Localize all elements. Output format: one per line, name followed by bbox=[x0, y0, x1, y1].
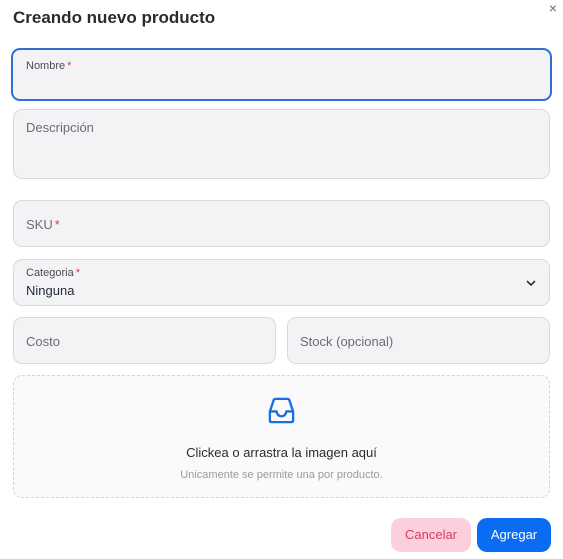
category-label-text: Categoria bbox=[26, 267, 74, 279]
image-upload-dropzone[interactable]: Clickea o arrastra la imagen aquí Unicam… bbox=[13, 375, 550, 498]
category-label: Categoria * bbox=[26, 267, 80, 279]
close-icon[interactable]: × bbox=[546, 1, 560, 15]
stock-field[interactable]: Stock (opcional) bbox=[287, 317, 550, 364]
name-label: Nombre * bbox=[26, 60, 71, 72]
required-mark: * bbox=[75, 267, 80, 279]
chevron-down-icon bbox=[526, 280, 536, 286]
category-value: Ninguna bbox=[26, 283, 75, 298]
dialog-title: Creando nuevo producto bbox=[13, 8, 216, 27]
required-mark: * bbox=[54, 217, 60, 232]
description-placeholder: Descripción bbox=[26, 120, 94, 135]
sku-field[interactable]: SKU * bbox=[13, 200, 550, 247]
upload-subtitle: Unicamente se permite una por producto. bbox=[180, 469, 383, 481]
name-label-text: Nombre bbox=[26, 60, 66, 72]
cost-placeholder: Costo bbox=[26, 334, 60, 349]
cost-field[interactable]: Costo bbox=[13, 317, 276, 364]
description-field[interactable]: Descripción bbox=[13, 109, 550, 179]
sku-placeholder-text: SKU bbox=[26, 217, 53, 232]
sku-placeholder: SKU * bbox=[26, 217, 60, 232]
cancel-button[interactable]: Cancelar bbox=[391, 518, 471, 552]
add-button[interactable]: Agregar bbox=[477, 518, 551, 552]
name-field[interactable]: Nombre * bbox=[11, 48, 552, 101]
stock-placeholder: Stock (opcional) bbox=[300, 334, 394, 349]
required-mark: * bbox=[67, 60, 72, 72]
inbox-icon bbox=[268, 397, 295, 424]
upload-title: Clickea o arrastra la imagen aquí bbox=[186, 445, 377, 460]
category-select[interactable]: Categoria * Ninguna bbox=[13, 259, 550, 306]
